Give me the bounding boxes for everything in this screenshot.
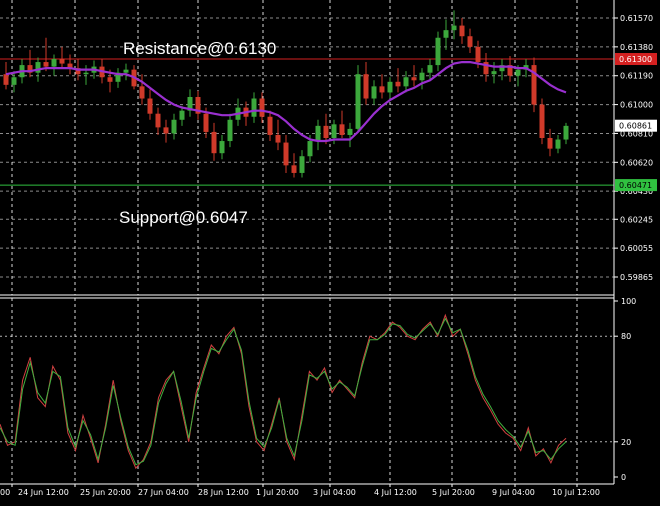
candle-body bbox=[283, 142, 289, 166]
price-tick-label: 0.59865 bbox=[620, 273, 653, 282]
price-tick-label: 0.60620 bbox=[620, 158, 653, 167]
time-tick-label: 25 Jun 20:00 bbox=[80, 488, 131, 497]
time-tick-label: 3 Jul 04:00 bbox=[313, 488, 356, 497]
candle-body bbox=[363, 74, 369, 99]
candle-body bbox=[155, 113, 161, 128]
oscillator-tick-label: 100 bbox=[621, 297, 636, 306]
candle-body bbox=[147, 98, 153, 114]
candle-body bbox=[443, 30, 449, 38]
candle-body bbox=[331, 124, 337, 139]
candle-body bbox=[435, 37, 441, 66]
candle-body bbox=[419, 72, 425, 81]
oscillator-tick-label: 20 bbox=[621, 438, 631, 447]
time-tick-label: 00 bbox=[0, 488, 10, 497]
candle-body bbox=[123, 69, 129, 73]
candle-body bbox=[395, 81, 401, 87]
time-tick-label: 10 Jul 12:00 bbox=[552, 488, 600, 497]
candle-body bbox=[163, 127, 169, 134]
candle-body bbox=[59, 59, 65, 64]
time-tick-label: 28 Jun 12:00 bbox=[198, 488, 249, 497]
candle-body bbox=[467, 36, 473, 47]
candle-body bbox=[267, 116, 273, 135]
candle-body bbox=[347, 128, 353, 135]
candle-body bbox=[139, 86, 145, 99]
chart-canvas: 0.615700.613800.611900.610000.608100.606… bbox=[0, 0, 660, 506]
candle-body bbox=[323, 125, 329, 139]
price-tick-label: 0.61570 bbox=[620, 14, 653, 23]
candle-body bbox=[459, 25, 465, 37]
candle-body bbox=[219, 141, 225, 154]
candle-body bbox=[491, 71, 497, 75]
candle-body bbox=[35, 62, 41, 73]
candle-body bbox=[11, 77, 17, 85]
candle-body bbox=[203, 113, 209, 132]
price-tick-label: 0.60055 bbox=[620, 244, 653, 253]
price-tick-label: 0.61190 bbox=[620, 72, 653, 81]
candle-body bbox=[275, 134, 281, 143]
candle-body bbox=[211, 131, 217, 154]
candle-body bbox=[427, 65, 433, 73]
candle-body bbox=[539, 104, 545, 139]
time-tick-label: 4 Jul 12:00 bbox=[374, 488, 417, 497]
resistance-annotation: Resistance@0.6130 bbox=[123, 39, 276, 58]
price-tick-label: 0.61000 bbox=[620, 101, 653, 110]
candle-body bbox=[259, 98, 265, 117]
candle-body bbox=[307, 141, 313, 157]
candle-body bbox=[403, 77, 409, 87]
candle-body bbox=[339, 124, 345, 135]
candle-body bbox=[411, 77, 417, 81]
resistance-price-tag: 0.61300 bbox=[619, 55, 652, 64]
time-tick-label: 5 Jul 20:00 bbox=[432, 488, 475, 497]
candle-body bbox=[83, 72, 89, 75]
oscillator-tick-label: 0 bbox=[621, 473, 626, 482]
time-tick-label: 27 Jun 04:00 bbox=[138, 488, 189, 497]
time-tick-label: 24 Jun 12:00 bbox=[18, 488, 69, 497]
price-tick-label: 0.60245 bbox=[620, 215, 653, 224]
current-price-tag: 0.60861 bbox=[619, 122, 652, 131]
time-tick-label: 1 Jul 20:00 bbox=[256, 488, 299, 497]
oscillator-tick-label: 80 bbox=[621, 332, 631, 341]
candle-body bbox=[291, 165, 297, 173]
candle-body bbox=[371, 86, 377, 99]
candle-body bbox=[387, 81, 393, 93]
candle-body bbox=[179, 110, 185, 120]
candle-body bbox=[3, 74, 9, 85]
price-tick-label: 0.61380 bbox=[620, 43, 653, 52]
time-tick-label: 9 Jul 04:00 bbox=[492, 488, 535, 497]
candle-body bbox=[299, 156, 305, 173]
candle-body bbox=[563, 125, 569, 140]
candle-body bbox=[251, 98, 257, 117]
candle-body bbox=[555, 139, 561, 149]
candle-body bbox=[171, 119, 177, 134]
candle-body bbox=[227, 119, 233, 142]
candle-body bbox=[315, 125, 321, 142]
candle-body bbox=[43, 62, 49, 67]
candle-body bbox=[451, 25, 457, 31]
support-price-tag: 0.60471 bbox=[619, 181, 652, 190]
candle-body bbox=[475, 46, 481, 63]
candle-body bbox=[107, 77, 113, 82]
support-annotation: Support@0.6047 bbox=[119, 208, 248, 227]
candle-body bbox=[355, 74, 361, 129]
candle-body bbox=[515, 69, 521, 76]
candle-body bbox=[51, 59, 57, 67]
candle-body bbox=[547, 138, 553, 149]
candle-body bbox=[379, 86, 385, 93]
